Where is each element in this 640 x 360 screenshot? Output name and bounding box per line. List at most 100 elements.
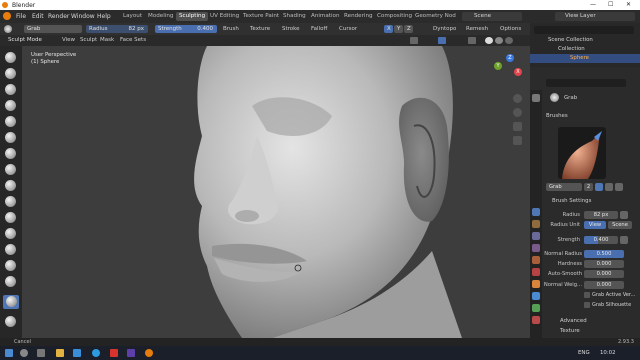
brush-users-count[interactable]: 2 [584, 183, 593, 191]
brush-preview-thumbnail[interactable] [558, 127, 606, 179]
app-icon-red[interactable] [110, 349, 118, 357]
view-menu[interactable]: View [62, 37, 75, 43]
elastic-deform-brush-icon[interactable] [5, 316, 16, 327]
blender-menu-icon[interactable] [3, 12, 11, 20]
menu-file[interactable]: File [16, 13, 26, 20]
fake-user-shield-icon[interactable] [595, 183, 603, 191]
material-shading-icon[interactable] [495, 37, 503, 44]
grab-active-vertex-checkbox[interactable] [584, 292, 590, 298]
outliner-collection[interactable]: Collection [558, 46, 585, 52]
output-tab-icon[interactable] [532, 232, 540, 240]
menu-window[interactable]: Window [71, 13, 95, 20]
outliner-sphere[interactable]: Sphere [570, 55, 589, 61]
normal-weight-field[interactable]: 0.000 [584, 281, 624, 289]
start-menu-icon[interactable] [5, 349, 13, 357]
minimize-button[interactable]: — [590, 1, 596, 8]
edge-browser-icon[interactable] [92, 349, 100, 357]
workspace-tab-rendering[interactable]: Rendering [341, 12, 376, 21]
layer-brush-icon[interactable] [5, 132, 16, 143]
cursor-menu[interactable]: Cursor [339, 26, 357, 32]
zoom-icon[interactable] [513, 94, 522, 103]
app-icon-purple[interactable] [127, 349, 135, 357]
fill-brush-icon[interactable] [5, 228, 16, 239]
active-tool-tab-icon[interactable] [532, 208, 540, 216]
brush-name-field[interactable]: Grab [24, 25, 82, 33]
mask-menu[interactable]: Mask [100, 37, 114, 43]
face-sets-menu[interactable]: Face Sets [120, 37, 146, 43]
texture-menu[interactable]: Texture [250, 26, 270, 32]
remove-brush-icon[interactable] [615, 183, 623, 191]
mesh-data-tab-icon[interactable] [532, 304, 540, 312]
gizmo-x-axis[interactable]: X [514, 68, 522, 76]
hardness-field[interactable]: 0.000 [584, 260, 624, 268]
search-icon[interactable] [20, 349, 28, 357]
stroke-menu[interactable]: Stroke [282, 26, 300, 32]
view-layer-selector[interactable]: View Layer [555, 12, 635, 21]
smooth-brush-icon[interactable] [5, 196, 16, 207]
scene-selector[interactable]: Scene [462, 12, 522, 21]
options-menu[interactable]: Options [500, 26, 521, 32]
solid-shading-icon[interactable] [485, 37, 493, 44]
gizmo-y-axis[interactable]: Y [494, 62, 502, 70]
3d-viewport[interactable]: User Perspective (1) Sphere X Y Z [22, 46, 530, 338]
brush-name-field[interactable]: Grab [546, 183, 582, 191]
pan-hand-icon[interactable] [513, 108, 522, 117]
normal-radius-field[interactable]: 0.500 [584, 250, 624, 258]
blob-brush-icon[interactable] [5, 164, 16, 175]
symmetry-x-toggle[interactable]: X [384, 25, 393, 33]
scrape-brush-icon[interactable] [5, 244, 16, 255]
workspace-tab-texture-paint[interactable]: Texture Paint [240, 12, 282, 21]
file-explorer-icon[interactable] [56, 349, 64, 357]
material-tab-icon[interactable] [532, 316, 540, 324]
brush-settings-section-header[interactable]: Brush Settings [552, 198, 591, 204]
advanced-section-header[interactable]: Advanced [560, 318, 587, 324]
input-language[interactable]: ENG [578, 350, 590, 356]
brush-menu[interactable]: Brush [223, 26, 239, 32]
duplicate-brush-icon[interactable] [605, 183, 613, 191]
workspace-tab-uv-editing[interactable]: UV Editing [207, 12, 242, 21]
store-icon[interactable] [73, 349, 81, 357]
workspace-tab-layout[interactable]: Layout [120, 12, 145, 21]
workspace-tab-geometry-nodes[interactable]: Geometry Nod [412, 12, 459, 21]
camera-view-icon[interactable] [513, 122, 522, 131]
radius-unit-view-button[interactable]: View [584, 221, 606, 229]
menu-edit[interactable]: Edit [32, 13, 44, 20]
grab-silhouette-checkbox[interactable] [584, 302, 590, 308]
workspace-tab-compositing[interactable]: Compositing [374, 12, 415, 21]
flatten-brush-icon[interactable] [5, 212, 16, 223]
modifier-tab-icon[interactable] [532, 292, 540, 300]
draw-brush-icon[interactable] [5, 52, 16, 63]
workspace-tab-sculpting[interactable]: Sculpting [176, 12, 209, 21]
workspace-tab-shading[interactable]: Shading [280, 12, 309, 21]
tool-tab-icon[interactable] [532, 94, 540, 102]
menu-render[interactable]: Render [48, 13, 69, 20]
close-button[interactable]: ✕ [626, 1, 631, 8]
clock[interactable]: 10:02 [600, 350, 616, 356]
symmetry-z-toggle[interactable]: Z [404, 25, 413, 33]
gizmo-z-axis[interactable]: Z [506, 54, 514, 62]
strength-slider[interactable]: Strength 0.400 [155, 25, 217, 33]
properties-search-input[interactable] [546, 79, 626, 87]
symmetry-y-toggle[interactable]: Y [394, 25, 403, 33]
navigation-gizmo[interactable]: X Y Z [490, 54, 526, 90]
outliner-search-input[interactable] [534, 26, 634, 34]
dyntopo-toggle[interactable]: Dyntopo [433, 26, 456, 32]
texture-section-header[interactable]: Texture [560, 328, 580, 334]
crease-brush-icon[interactable] [5, 180, 16, 191]
clay-strips-brush-icon[interactable] [5, 100, 16, 111]
workspace-tab-animation[interactable]: Animation [308, 12, 343, 21]
brushes-section-header[interactable]: Brushes [546, 113, 568, 119]
inflate-brush-icon[interactable] [5, 148, 16, 159]
remesh-menu[interactable]: Remesh [466, 26, 488, 32]
sculpt-menu[interactable]: Sculpt [80, 37, 97, 43]
strength-pressure-icon[interactable] [620, 236, 628, 244]
radius-slider[interactable]: Radius 82 px [86, 25, 148, 33]
outliner-scene-collection[interactable]: Scene Collection [548, 37, 593, 43]
falloff-menu[interactable]: Falloff [311, 26, 327, 32]
multiplane-scrape-brush-icon[interactable] [5, 260, 16, 271]
blender-taskbar-icon[interactable] [145, 349, 153, 357]
maximize-button[interactable]: ☐ [608, 1, 613, 8]
rendered-shading-icon[interactable] [505, 37, 513, 44]
ortho-toggle-icon[interactable] [513, 136, 522, 145]
menu-help[interactable]: Help [97, 13, 111, 20]
